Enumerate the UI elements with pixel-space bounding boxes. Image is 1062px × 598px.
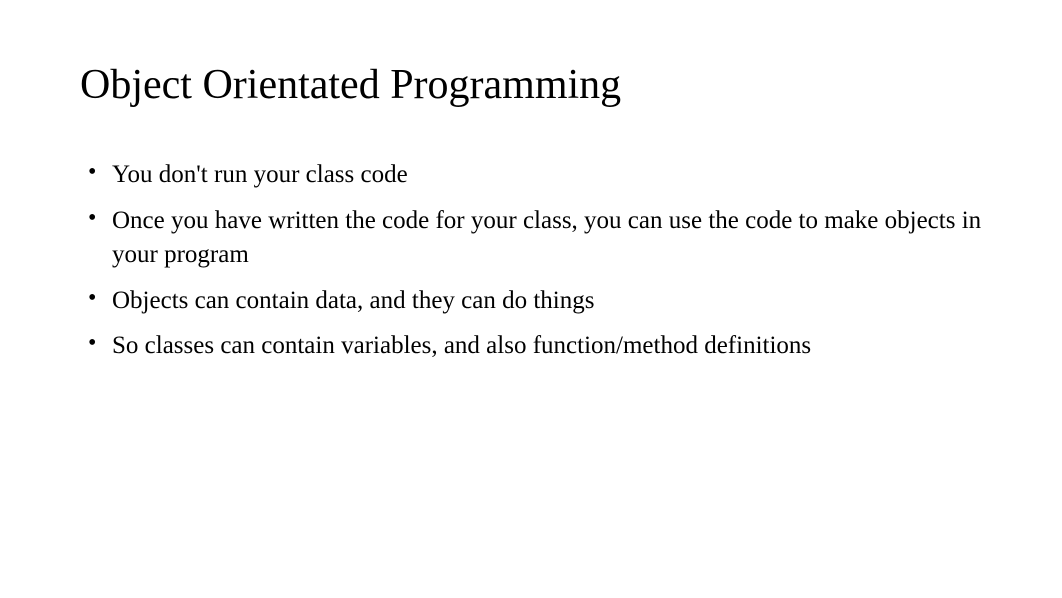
bullet-list: You don't run your class code Once you h…: [80, 158, 982, 363]
bullet-item: So classes can contain variables, and al…: [88, 329, 982, 363]
bullet-item: You don't run your class code: [88, 158, 982, 192]
bullet-item: Objects can contain data, and they can d…: [88, 284, 982, 318]
bullet-item: Once you have written the code for your …: [88, 204, 982, 272]
slide-title: Object Orientated Programming: [80, 60, 982, 110]
